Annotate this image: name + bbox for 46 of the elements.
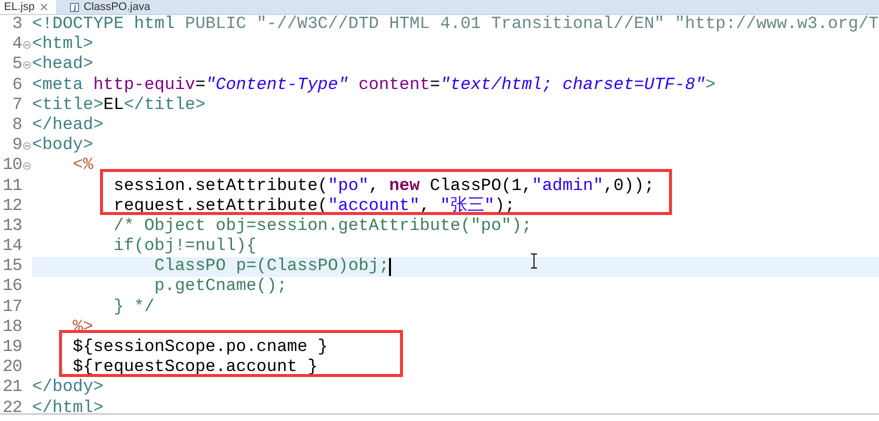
line-number: 13	[2, 216, 22, 238]
code-line: </head>	[32, 116, 104, 136]
code-line: <html>	[32, 35, 94, 56]
line-number: 10	[2, 156, 22, 176]
line-number: 5	[11, 55, 22, 76]
i-beam-cursor-icon	[530, 253, 538, 269]
line-number: 3	[11, 15, 22, 36]
code-line: if(obj!=null){	[112, 237, 256, 258]
code-line: session.setAttribute("po", new ClassPO(1,"admin",0));	[112, 176, 654, 196]
code-line: </body>	[32, 378, 104, 399]
code-line: </html>	[32, 398, 104, 419]
line-number: 19	[2, 338, 22, 358]
code-line: } */	[112, 298, 154, 318]
code-line: <body>	[32, 136, 94, 156]
line-number: 7	[11, 96, 22, 116]
line-number: 21	[2, 378, 22, 399]
line-number: 6	[11, 76, 22, 96]
line-number: 11	[2, 176, 22, 197]
line-number: 8	[11, 116, 22, 136]
line-number: 16	[2, 277, 22, 298]
code-line: <head>	[32, 55, 94, 76]
line-number: 9	[11, 136, 22, 156]
code-line: <%	[72, 156, 94, 176]
line-number: 12	[2, 196, 22, 217]
close-icon[interactable]	[40, 2, 48, 10]
editor-tab[interactable]: ClassPO.java	[66, 0, 158, 14]
fold-minus-icon[interactable]	[23, 61, 31, 70]
fold-minus-icon[interactable]	[23, 142, 31, 150]
code-line: ClassPO p=(ClassPO)obj;	[153, 257, 390, 278]
line-number: 18	[2, 318, 22, 338]
line-number: 14	[2, 237, 22, 258]
fold-minus-icon[interactable]	[23, 41, 31, 50]
code-line: <title>EL</title>	[32, 96, 206, 116]
line-number: 22	[2, 398, 22, 419]
code-line: ${sessionScope.po.cname }	[72, 338, 328, 358]
line-number: 17	[2, 298, 22, 318]
fold-minus-icon[interactable]	[23, 162, 31, 170]
code-line: ${requestScope.account }	[72, 358, 318, 378]
code-line: p.getCname();	[153, 277, 288, 298]
line-number: 20	[2, 358, 22, 378]
code-line: /* Object obj=session.getAttribute("po");	[112, 216, 532, 238]
line-number: 4	[11, 35, 22, 56]
code-line: <meta http-equiv="Content-Type" content="text/html; charset=UTF-8">	[32, 76, 716, 96]
editor-tab[interactable]: EL.jsp	[0, 0, 56, 14]
code-line: <!DOCTYPE html PUBLIC "-//W3C//DTD HTML 4.01 Transitional//EN" "http://www.w3.org/T	[32, 15, 879, 36]
java-file-icon	[70, 2, 79, 12]
